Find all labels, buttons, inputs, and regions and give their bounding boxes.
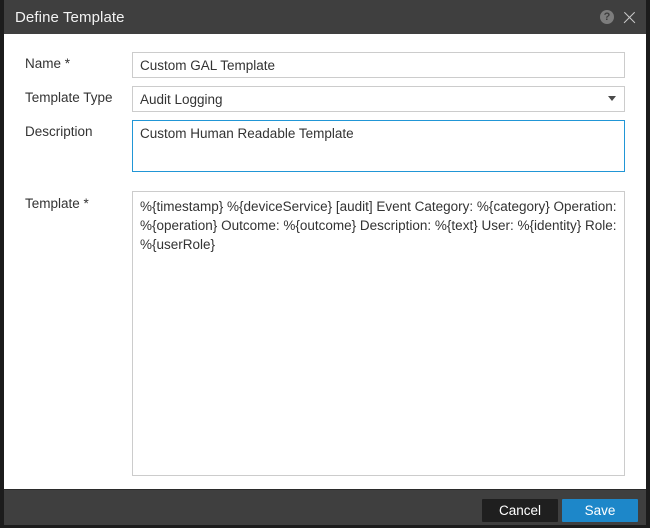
description-label: Description — [25, 120, 132, 140]
template-type-select[interactable]: Audit Logging — [132, 86, 625, 112]
template-type-select-wrap: Audit Logging — [132, 86, 625, 112]
dialog-body: Name * Template Type Audit Logging Descr… — [4, 34, 646, 489]
name-label: Name * — [25, 52, 132, 72]
field-row-name: Name * — [25, 52, 625, 78]
titlebar-actions: ? — [600, 9, 637, 25]
save-button[interactable]: Save — [562, 499, 638, 522]
cancel-button[interactable]: Cancel — [482, 499, 558, 522]
field-row-template: Template * — [25, 191, 625, 481]
template-type-label: Template Type — [25, 86, 132, 106]
dialog-title: Define Template — [15, 10, 125, 25]
help-question-icon[interactable]: ? — [600, 10, 614, 24]
dialog-titlebar: Define Template ? — [4, 0, 646, 34]
close-icon[interactable] — [621, 9, 637, 25]
description-control — [132, 120, 625, 177]
dialog-footer: Cancel Save — [4, 489, 646, 528]
description-textarea[interactable] — [132, 120, 625, 172]
name-control — [132, 52, 625, 78]
field-row-description: Description — [25, 120, 625, 177]
template-label: Template * — [25, 191, 132, 212]
field-row-template-type: Template Type Audit Logging — [25, 86, 625, 112]
template-control — [132, 191, 625, 481]
define-template-dialog: Define Template ? Name * Template Type A… — [0, 0, 650, 528]
template-textarea[interactable] — [132, 191, 625, 476]
template-type-control: Audit Logging — [132, 86, 625, 112]
name-input[interactable] — [132, 52, 625, 78]
